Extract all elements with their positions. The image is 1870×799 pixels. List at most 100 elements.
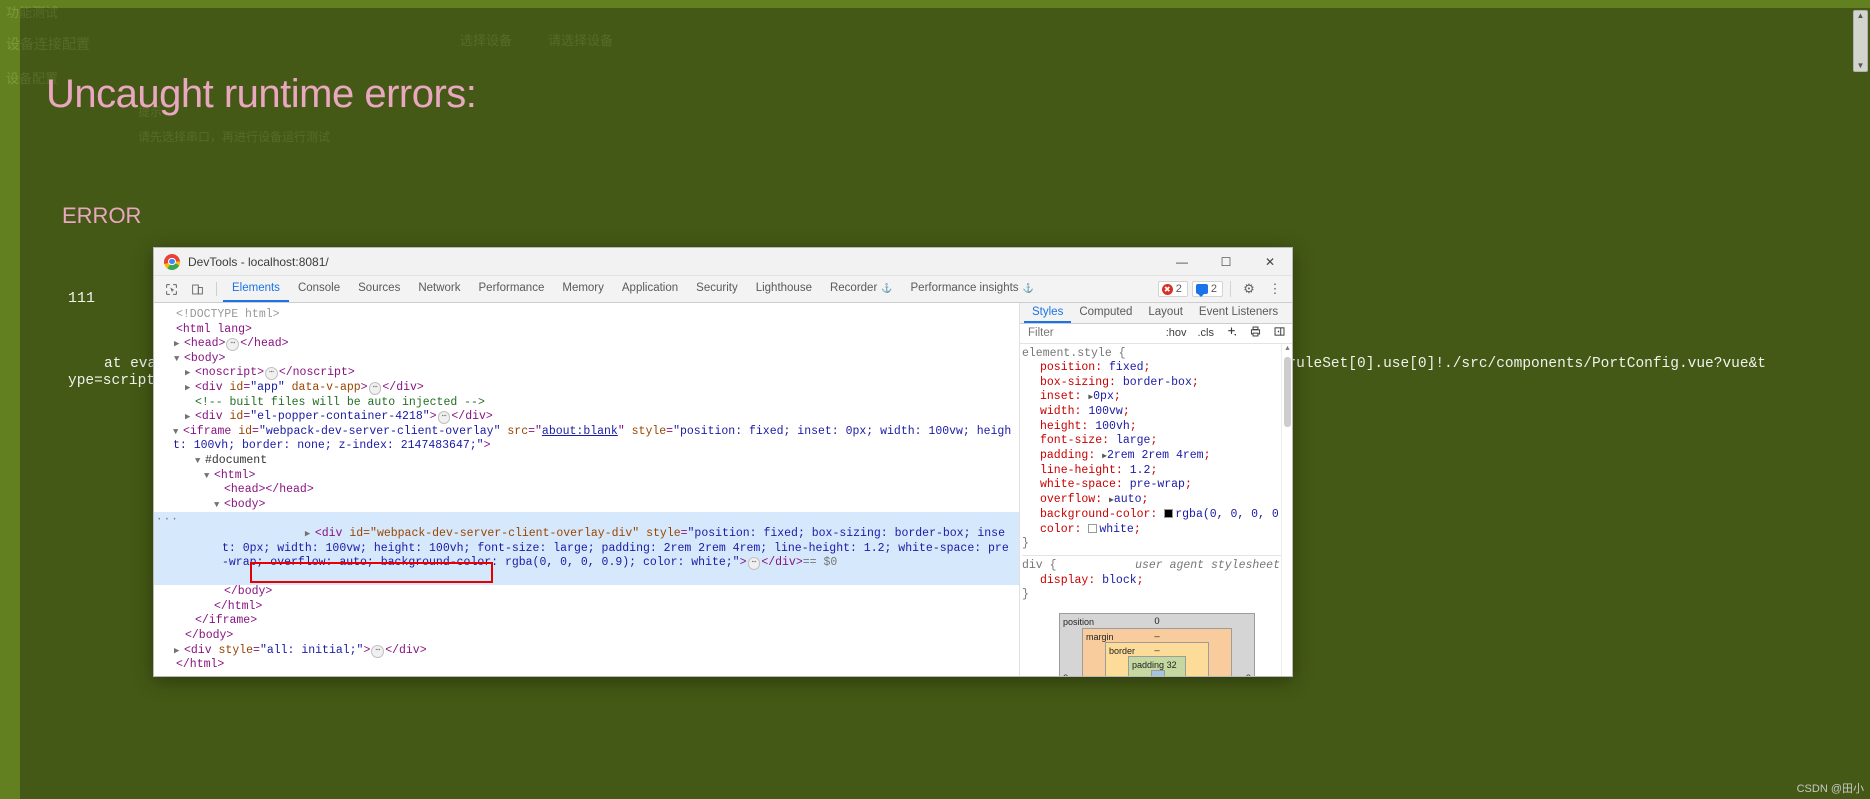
tab-console[interactable]: Console xyxy=(289,276,349,302)
dom-row-comment[interactable]: <!-- built files will be auto injected -… xyxy=(154,396,1019,411)
dom-row-body-close[interactable]: </body> xyxy=(154,629,1019,644)
tab-recorder[interactable]: Recorder ⚓ xyxy=(821,276,902,302)
dom-row-div-all-initial[interactable]: <div style="all: initial;">⋯</div> xyxy=(154,644,1019,659)
position-left-value[interactable]: 0 xyxy=(1063,672,1068,676)
cls-toggle[interactable]: .cls xyxy=(1195,327,1218,339)
css-value[interactable]: pre-wrap xyxy=(1130,478,1185,491)
dom-row-body-open[interactable]: <body> xyxy=(154,352,1019,367)
tab-performance[interactable]: Performance xyxy=(470,276,554,302)
collapsed-content-icon[interactable]: ⋯ xyxy=(747,557,761,571)
styles-content[interactable]: element.style { position: fixed; box-siz… xyxy=(1020,343,1292,676)
collapsed-content-icon[interactable]: ⋯ xyxy=(371,644,385,658)
css-value[interactable]: 100vh xyxy=(1095,420,1130,433)
dom-row-inner-body-close[interactable]: </body> xyxy=(154,585,1019,600)
css-declaration-font-size[interactable]: font-size: large; xyxy=(1022,434,1292,448)
css-declaration-position[interactable]: position: fixed; xyxy=(1022,361,1292,375)
tab-memory[interactable]: Memory xyxy=(553,276,613,302)
expand-div-app-triangle[interactable] xyxy=(185,381,195,396)
dom-row-div-app[interactable]: <div id="app" data-v-app>⋯</div> xyxy=(154,381,1019,396)
css-declaration-width[interactable]: width: 100vw; xyxy=(1022,405,1292,419)
dom-tree-pane[interactable]: <!DOCTYPE html> <html lang> <head>⋯</hea… xyxy=(154,303,1020,676)
collapsed-content-icon[interactable]: ⋯ xyxy=(368,381,382,395)
styles-scrollbar[interactable]: ▲ xyxy=(1281,343,1292,676)
expand-div-popper-triangle[interactable] xyxy=(185,410,195,425)
collapse-iframe-triangle[interactable] xyxy=(173,425,183,440)
about-blank-link[interactable]: about:blank xyxy=(542,425,618,438)
padding-top-value[interactable]: 32 xyxy=(1167,660,1177,670)
margin-left-value[interactable]: – xyxy=(1086,673,1091,676)
padding-right-value[interactable]: 32 xyxy=(1171,674,1182,676)
dom-row-noscript[interactable]: <noscript>⋯</noscript> xyxy=(154,366,1019,381)
minimize-button[interactable]: — xyxy=(1160,248,1204,276)
tab-security[interactable]: Security xyxy=(687,276,747,302)
css-value[interactable]: block xyxy=(1102,574,1137,587)
more-options-icon[interactable]: ⋮ xyxy=(1264,278,1286,300)
css-declaration-color[interactable]: color: white; xyxy=(1022,523,1292,537)
overlay-scrollbar[interactable]: ▲ ▼ xyxy=(1853,10,1868,72)
box-model-border-layer[interactable]: border – – – padding 32 32 32 0 xyxy=(1105,641,1209,676)
dom-row-inner-head[interactable]: <head></head> xyxy=(154,483,1019,498)
dom-row-iframe-close[interactable]: </iframe> xyxy=(154,614,1019,629)
box-model-position-layer[interactable]: position 0 0 0 margin – – – border xyxy=(1059,612,1255,676)
message-count-badge[interactable]: 2 xyxy=(1191,281,1223,297)
css-value[interactable]: border-box xyxy=(1123,376,1192,389)
toggle-sidebar-button[interactable] xyxy=(1270,325,1289,341)
dom-row-inner-html-close[interactable]: </html> xyxy=(154,600,1019,615)
selected-id-attribute[interactable]: id="webpack-dev-server-client-overlay-di… xyxy=(349,527,639,540)
css-value[interactable]: 0px xyxy=(1093,390,1114,403)
gear-icon[interactable]: ⚙ xyxy=(1238,278,1260,300)
css-value[interactable]: auto xyxy=(1114,493,1142,506)
tab-network[interactable]: Network xyxy=(409,276,469,302)
css-value[interactable]: large xyxy=(1116,434,1151,447)
styles-tab-computed[interactable]: Computed xyxy=(1071,303,1140,323)
tab-application[interactable]: Application xyxy=(613,276,687,302)
dom-row-html-open[interactable]: <html lang> xyxy=(154,323,1019,338)
expand-selected-triangle[interactable] xyxy=(305,527,315,542)
css-declaration-background-color[interactable]: background-color: rgba(0, 0, 0, 0.9); xyxy=(1022,508,1292,522)
scrollbar-down-arrow[interactable]: ▼ xyxy=(1857,62,1865,70)
styles-tab-layout[interactable]: Layout xyxy=(1140,303,1191,323)
css-rule-element-style[interactable]: element.style { xyxy=(1022,347,1292,361)
device-toolbar-icon[interactable] xyxy=(184,276,210,302)
tab-performance-insights[interactable]: Performance insights ⚓ xyxy=(902,276,1043,302)
collapsed-content-icon[interactable]: ⋯ xyxy=(226,338,240,352)
tab-lighthouse[interactable]: Lighthouse xyxy=(747,276,821,302)
css-rule-div[interactable]: div {user agent stylesheet xyxy=(1022,559,1292,573)
hov-toggle[interactable]: :hov xyxy=(1163,327,1190,339)
css-value[interactable]: rgba(0, 0, 0, 0.9) xyxy=(1175,508,1292,521)
dom-row-head[interactable]: <head>⋯</head> xyxy=(154,337,1019,352)
dom-row-iframe[interactable]: <iframe id="webpack-dev-server-client-ov… xyxy=(154,425,1019,454)
close-button[interactable]: ✕ xyxy=(1248,248,1292,276)
scroll-thumb[interactable] xyxy=(1284,356,1291,427)
error-count-badge[interactable]: ✖ 2 xyxy=(1157,281,1188,297)
collapse-body-triangle[interactable] xyxy=(174,352,184,367)
tab-sources[interactable]: Sources xyxy=(349,276,409,302)
dom-row-document[interactable]: #document xyxy=(154,454,1019,469)
maximize-button[interactable]: ☐ xyxy=(1204,248,1248,276)
color-swatch-black[interactable] xyxy=(1164,509,1174,519)
dom-row-inner-body[interactable]: <body> xyxy=(154,498,1019,513)
styles-tab-event-listeners[interactable]: Event Listeners xyxy=(1191,303,1286,323)
expand-noscript-triangle[interactable] xyxy=(185,366,195,381)
css-declaration-display[interactable]: display: block; xyxy=(1022,574,1292,588)
dom-row-div-popper[interactable]: <div id="el-popper-container-4218">⋯</di… xyxy=(154,410,1019,425)
dom-row-doctype[interactable]: <!DOCTYPE html> xyxy=(154,308,1019,323)
styles-tab-styles[interactable]: Styles xyxy=(1024,303,1072,323)
css-value[interactable]: 1.2 xyxy=(1130,464,1151,477)
css-value[interactable]: fixed xyxy=(1109,361,1144,374)
css-declaration-overflow[interactable]: overflow: ▶auto; xyxy=(1022,493,1292,508)
scrollbar-up-arrow[interactable]: ▲ xyxy=(1857,12,1865,20)
css-declaration-white-space[interactable]: white-space: pre-wrap; xyxy=(1022,478,1292,492)
css-value[interactable]: white xyxy=(1099,523,1134,536)
scroll-up-arrow[interactable]: ▲ xyxy=(1282,344,1292,355)
more-tabs-icon[interactable]: » xyxy=(1286,303,1292,323)
position-right-value[interactable]: 0 xyxy=(1246,672,1251,676)
color-swatch-white[interactable] xyxy=(1088,523,1098,533)
row-actions-icon[interactable]: ··· xyxy=(156,513,179,528)
padding-left-value[interactable]: 32 xyxy=(1132,674,1143,676)
css-declaration-padding[interactable]: padding: ▶2rem 2rem 4rem; xyxy=(1022,449,1292,464)
css-declaration-height[interactable]: height: 100vh; xyxy=(1022,420,1292,434)
collapse-document-triangle[interactable] xyxy=(195,454,205,469)
css-declaration-box-sizing[interactable]: box-sizing: border-box; xyxy=(1022,376,1292,390)
expand-div-all-triangle[interactable] xyxy=(174,644,184,659)
